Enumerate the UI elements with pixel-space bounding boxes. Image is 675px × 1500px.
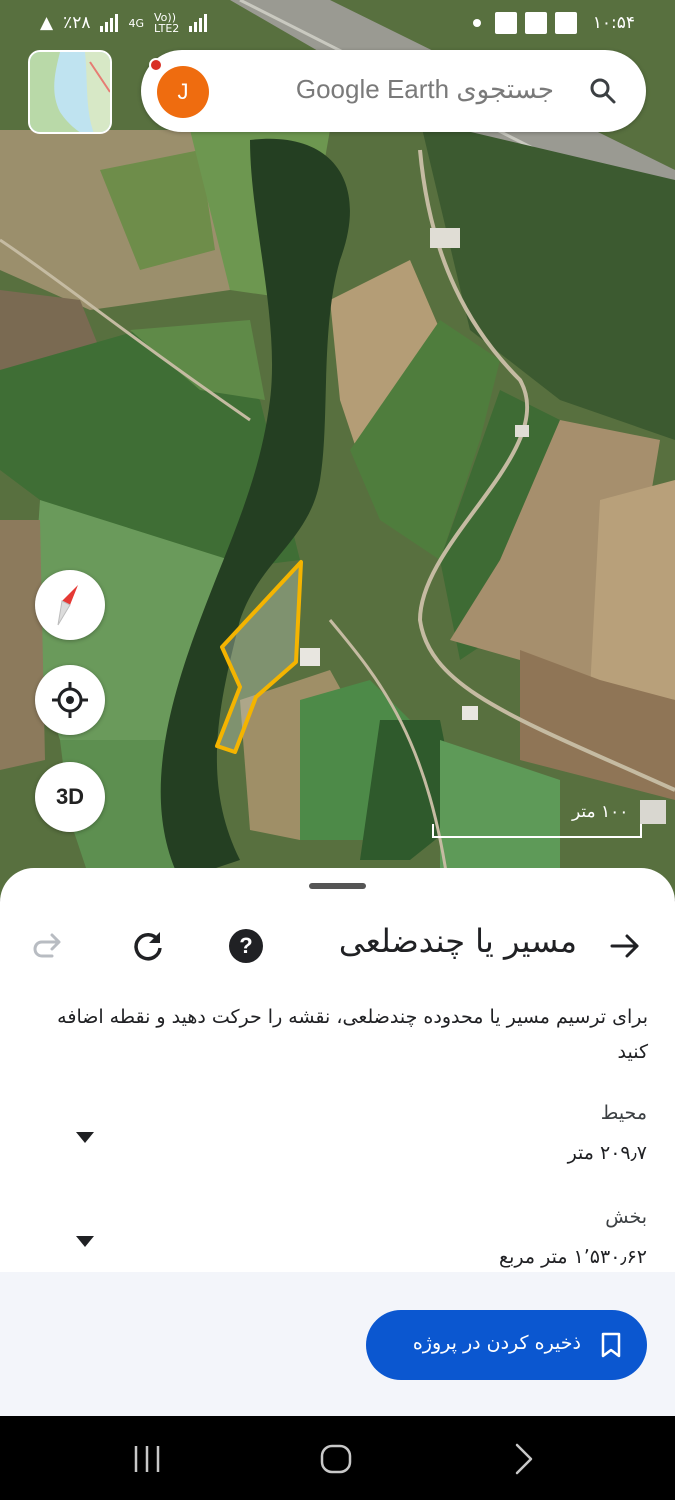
- scale-label: ۱۰۰ متر: [572, 802, 629, 822]
- my-location-icon: [52, 682, 88, 718]
- signal-2-icon: [189, 14, 208, 32]
- network-volte-block: Vo)) LTE2: [154, 12, 179, 34]
- system-nav-bar: [0, 1416, 675, 1500]
- bottom-sheet: مسیر یا چندضلعی ? برای ترسیم مسیر یا محد…: [0, 868, 675, 1416]
- status-bar: ▲ ٪۲۸ 4G Vo)) LTE2 ۱۰:۵۴: [0, 0, 675, 48]
- sheet-title: مسیر یا چندضلعی: [338, 922, 577, 960]
- area-label: بخش: [605, 1206, 647, 1228]
- status-app-icon: [554, 12, 577, 34]
- instructions-text: برای ترسیم مسیر یا محدوده چندضلعی، نقشه …: [57, 1006, 648, 1063]
- area-value: ۱٬۵۳۰٫۶۲ متر مربع: [499, 1246, 647, 1268]
- minimap-icon: [30, 52, 110, 132]
- home-icon[interactable]: [316, 1442, 356, 1476]
- dot-icon: [472, 19, 481, 27]
- battery-percent: ٪۲۸: [63, 13, 91, 33]
- chevron-down-icon[interactable]: [76, 1236, 94, 1248]
- minimap-thumbnail[interactable]: [28, 50, 112, 134]
- notification-icon: ▲: [40, 13, 54, 33]
- map-scale: ۱۰۰ متر: [432, 800, 642, 840]
- recent-apps-icon[interactable]: [128, 1442, 168, 1476]
- chevron-down-icon[interactable]: [76, 1132, 94, 1144]
- perimeter-value: ۲۰۹٫۷ متر: [567, 1142, 647, 1164]
- refresh-icon[interactable]: [130, 928, 166, 964]
- sheet-header: مسیر یا چندضلعی ?: [0, 916, 675, 976]
- account-avatar[interactable]: J: [157, 66, 209, 118]
- search-input[interactable]: جستجوی Google Earth: [296, 74, 554, 105]
- search-bar[interactable]: J جستجوی Google Earth: [141, 50, 646, 132]
- search-icon[interactable]: [588, 76, 618, 106]
- help-icon[interactable]: ?: [228, 928, 264, 964]
- perimeter-row[interactable]: محیط ۲۰۹٫۷ متر: [0, 1102, 675, 1182]
- bookmark-icon: [601, 1332, 621, 1358]
- redo-icon[interactable]: [32, 930, 64, 962]
- svg-text:?: ?: [239, 933, 252, 958]
- compass-button[interactable]: [35, 570, 105, 640]
- arrow-forward-icon[interactable]: [609, 930, 641, 962]
- scale-bar: [432, 824, 642, 838]
- network-4g: 4G: [128, 16, 145, 30]
- save-button-label: ذخیره کردن در پروژه: [412, 1332, 581, 1354]
- back-icon[interactable]: [505, 1442, 545, 1476]
- sheet-footer: ذخیره کردن در پروژه: [0, 1272, 675, 1416]
- compass-icon: [57, 585, 78, 626]
- perimeter-label: محیط: [600, 1102, 647, 1124]
- network-lte: LTE2: [154, 22, 180, 35]
- status-app-icon: [494, 12, 517, 34]
- signal-icon: [100, 14, 119, 32]
- status-app-icon: [524, 12, 547, 34]
- save-to-project-button[interactable]: ذخیره کردن در پروژه: [366, 1310, 647, 1380]
- my-location-button[interactable]: [35, 665, 105, 735]
- notification-dot: [149, 58, 163, 72]
- map-imagery: [0, 0, 675, 900]
- clock: ۱۰:۵۴: [592, 13, 635, 33]
- 3d-toggle-button[interactable]: 3D: [35, 762, 105, 832]
- satellite-map[interactable]: [0, 0, 675, 900]
- drag-handle[interactable]: [309, 883, 366, 889]
